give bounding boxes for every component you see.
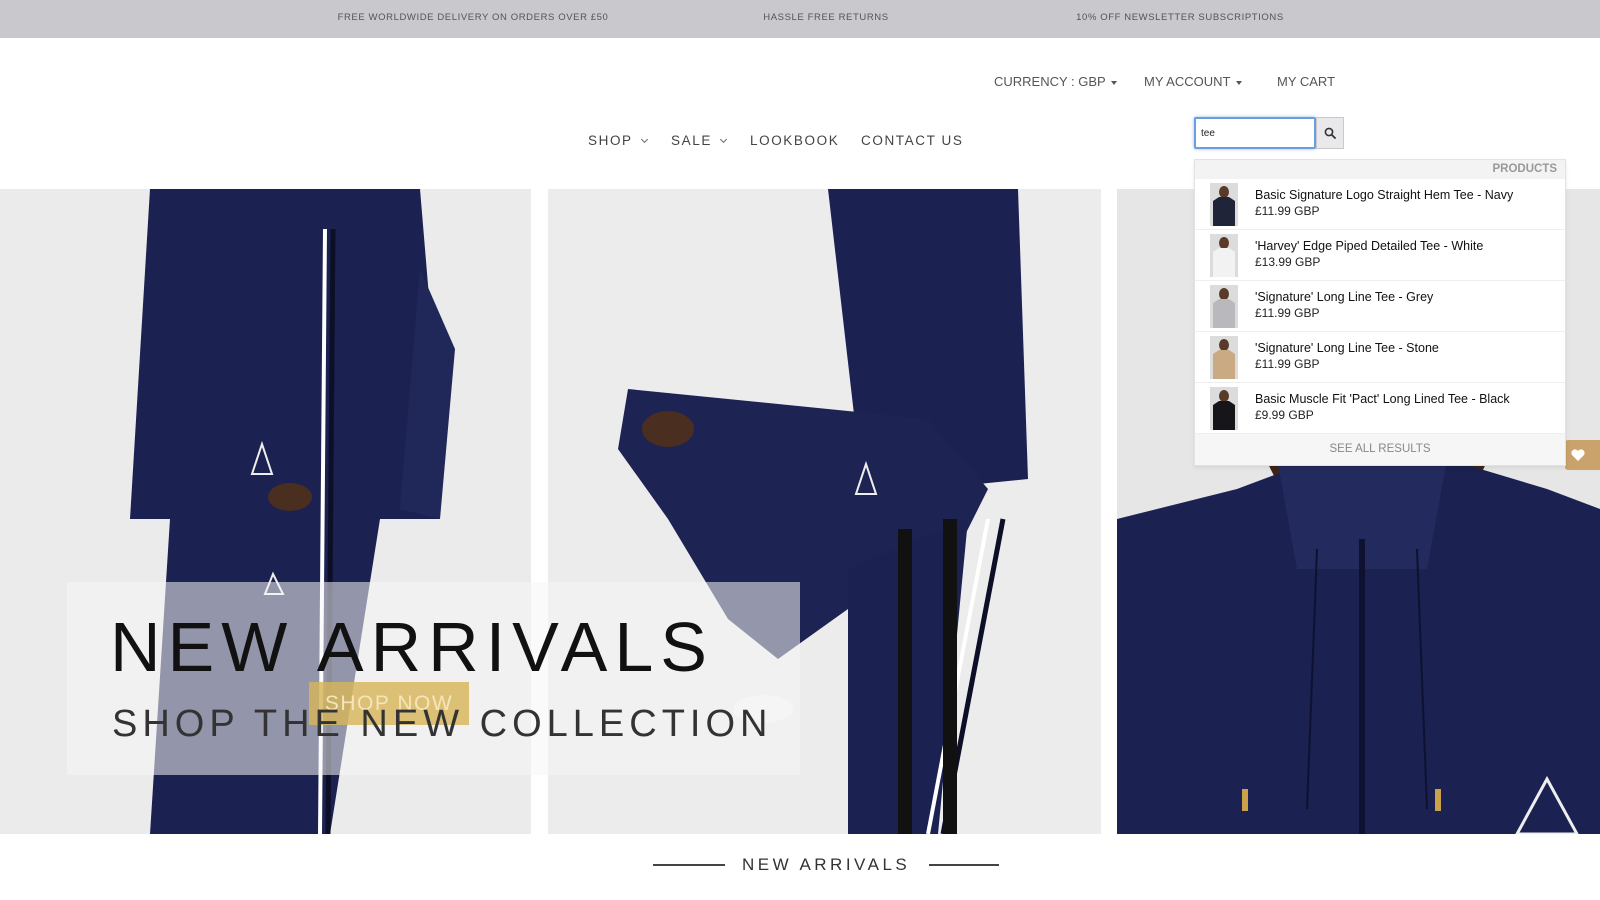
wishlist-tab[interactable] <box>1565 440 1600 470</box>
section-title: NEW ARRIVALS <box>742 855 911 874</box>
nav-lookbook[interactable]: LOOKBOOK <box>750 133 839 148</box>
section-divider-right <box>929 864 999 866</box>
product-name: 'Signature' Long Line Tee - Stone <box>1255 341 1439 355</box>
nav-shop-label: SHOP <box>588 133 633 148</box>
promo-free-delivery: FREE WORLDWIDE DELIVERY ON ORDERS OVER £… <box>337 12 609 23</box>
product-name: Basic Muscle Fit 'Pact' Long Lined Tee -… <box>1255 392 1510 406</box>
promo-bar: FREE WORLDWIDE DELIVERY ON ORDERS OVER £… <box>0 0 1600 38</box>
nav-shop[interactable]: SHOP <box>588 133 648 148</box>
heart-icon <box>1571 449 1585 461</box>
search-result-item[interactable]: 'Harvey' Edge Piped Detailed Tee - White… <box>1195 230 1565 281</box>
caret-down-icon <box>1111 80 1118 85</box>
nav-sale-label: SALE <box>671 133 712 148</box>
search-button[interactable] <box>1316 117 1344 149</box>
product-price: £11.99 GBP <box>1255 306 1320 320</box>
product-thumbnail <box>1210 285 1238 328</box>
nav-sale[interactable]: SALE <box>671 133 727 148</box>
account-label: MY ACCOUNT <box>1144 74 1231 89</box>
product-name: 'Harvey' Edge Piped Detailed Tee - White <box>1255 239 1484 253</box>
product-thumbnail <box>1210 336 1238 379</box>
currency-label: CURRENCY : GBP <box>994 74 1106 89</box>
dropdown-section-label: PRODUCTS <box>1195 160 1565 179</box>
search-result-item[interactable]: 'Signature' Long Line Tee - Grey £11.99 G… <box>1195 281 1565 332</box>
section-divider-left <box>653 864 725 866</box>
product-price: £13.99 GBP <box>1255 255 1321 269</box>
product-name: Basic Signature Logo Straight Hem Tee - … <box>1255 188 1514 202</box>
caret-down-icon <box>1235 80 1242 85</box>
search-input[interactable] <box>1194 117 1316 149</box>
hero-title: NEW ARRIVALS <box>110 608 714 686</box>
search-result-item[interactable]: Basic Signature Logo Straight Hem Tee - … <box>1195 179 1565 230</box>
product-price: £11.99 GBP <box>1255 357 1320 371</box>
search-result-item[interactable]: 'Signature' Long Line Tee - Stone £11.99 … <box>1195 332 1565 383</box>
hero-subtitle: SHOP THE NEW COLLECTION <box>112 703 773 745</box>
search-result-item[interactable]: Basic Muscle Fit 'Pact' Long Lined Tee -… <box>1195 383 1565 434</box>
product-price: £11.99 GBP <box>1255 204 1320 218</box>
my-cart-link[interactable]: MY CART <box>1277 74 1335 89</box>
nav-contact-us[interactable]: CONTACT US <box>861 133 964 148</box>
search-results-dropdown: PRODUCTS Basic Signature Logo Straight H… <box>1194 159 1566 466</box>
product-thumbnail <box>1210 183 1238 226</box>
product-thumbnail <box>1210 387 1238 430</box>
product-name: 'Signature' Long Line Tee - Grey <box>1255 290 1434 304</box>
chevron-down-icon <box>640 135 648 144</box>
search-icon <box>1324 127 1336 139</box>
product-thumbnail <box>1210 234 1238 277</box>
currency-selector[interactable]: CURRENCY : GBP <box>994 74 1118 89</box>
my-account-menu[interactable]: MY ACCOUNT <box>1144 74 1242 89</box>
product-price: £9.99 GBP <box>1255 408 1314 422</box>
see-all-results-link[interactable]: SEE ALL RESULTS <box>1195 434 1565 465</box>
promo-newsletter: 10% OFF NEWSLETTER SUBSCRIPTIONS <box>1076 12 1284 23</box>
chevron-down-icon <box>719 135 727 144</box>
promo-returns: HASSLE FREE RETURNS <box>763 12 889 23</box>
